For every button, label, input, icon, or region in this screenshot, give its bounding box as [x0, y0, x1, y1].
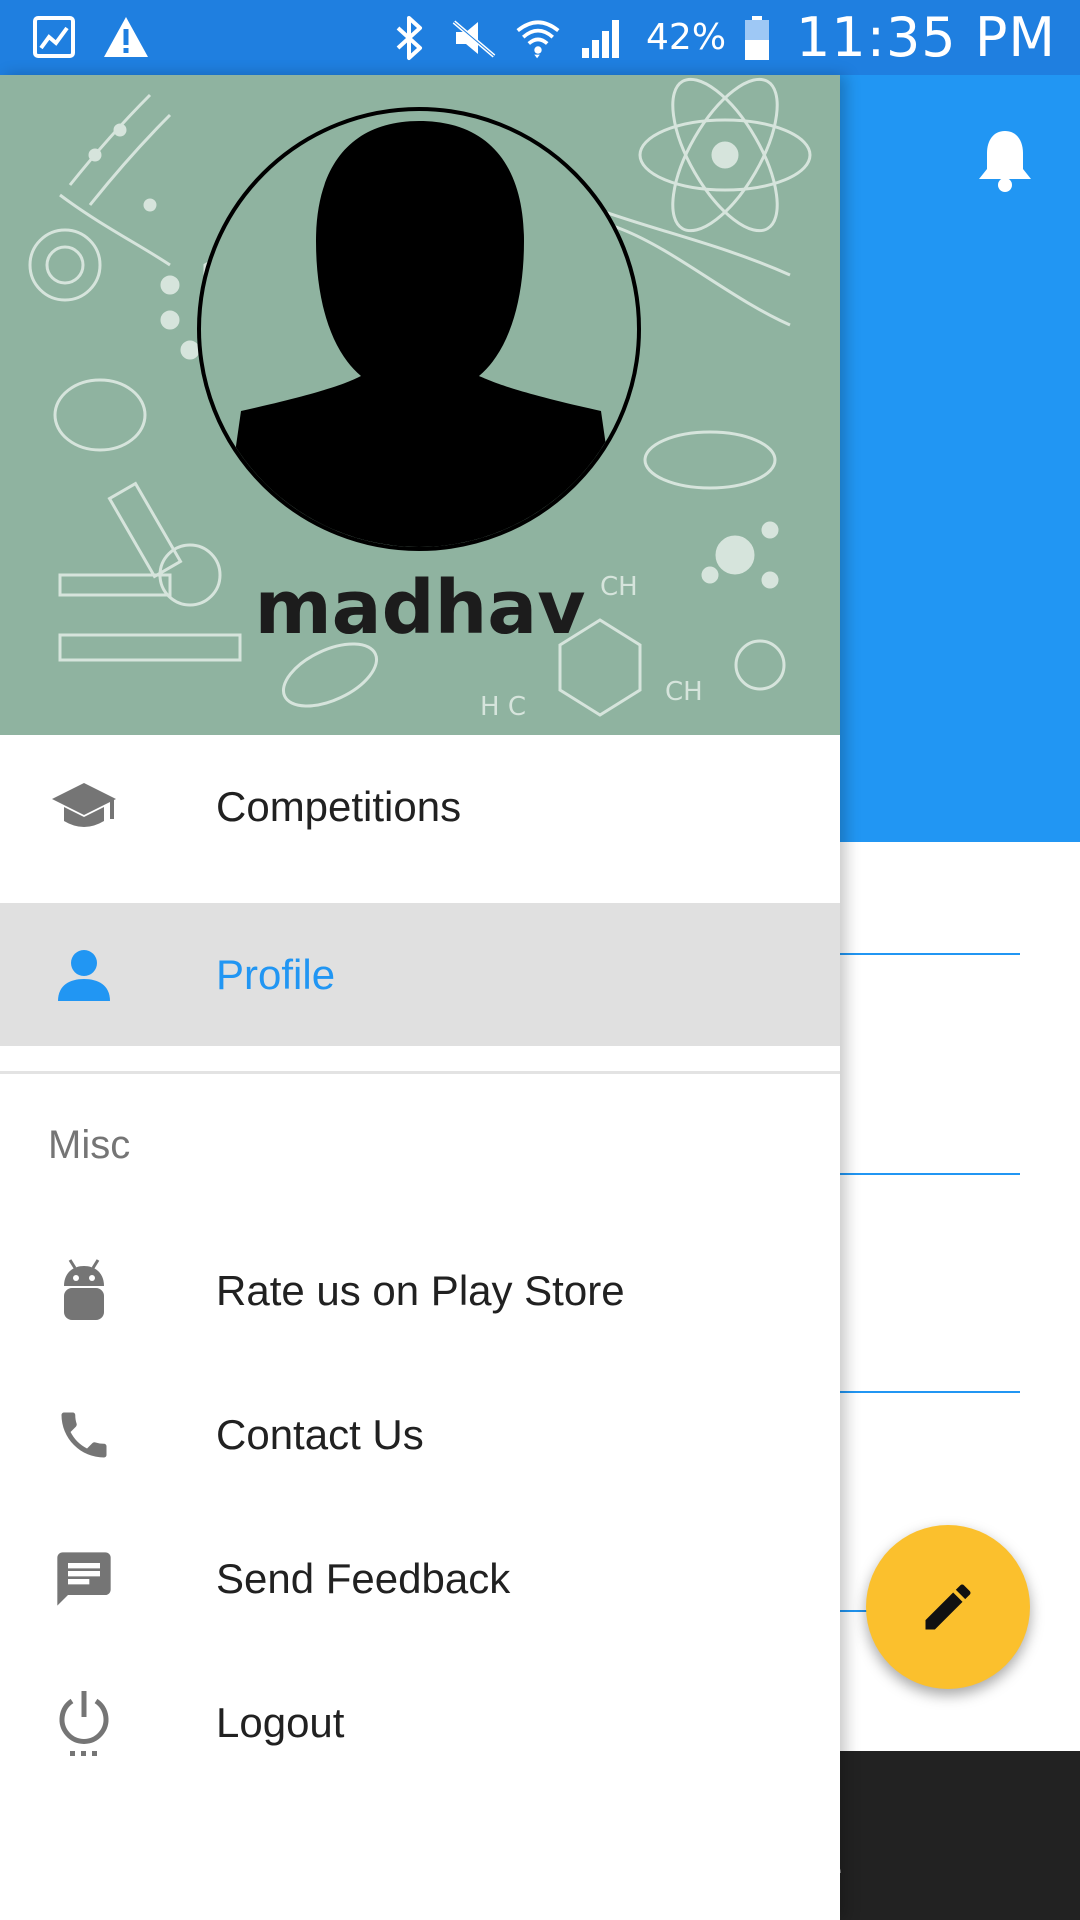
- drawer-item-label: Contact Us: [216, 1410, 424, 1458]
- field-underline: [820, 1391, 1020, 1393]
- gallery-icon: [30, 13, 78, 61]
- svg-text:CH: CH: [665, 677, 703, 707]
- feedback-icon: [50, 1545, 118, 1613]
- phone-icon: [50, 1401, 118, 1469]
- drawer-username: madhav: [254, 565, 586, 651]
- drawer-header: CH CH H C madhav: [0, 75, 840, 735]
- field-underline: [820, 1173, 1020, 1175]
- bluetooth-icon: [386, 14, 434, 62]
- drawer-item-label: Send Feedback: [216, 1554, 511, 1602]
- android-icon: [50, 1257, 118, 1325]
- pencil-icon: [925, 1584, 971, 1630]
- person-icon: [50, 941, 118, 1009]
- clock: 11:35 PM: [796, 6, 1056, 69]
- drawer-item-rate-us[interactable]: Rate us on Play Store: [0, 1219, 840, 1362]
- drawer-item-label: Profile: [216, 950, 336, 998]
- warning-icon: [102, 13, 150, 61]
- wifi-icon: [514, 14, 562, 62]
- signal-icon: [578, 14, 626, 62]
- section-title-misc: Misc: [48, 1123, 131, 1167]
- drawer-item-label: Logout: [216, 1698, 345, 1746]
- battery-percentage: 42%: [646, 17, 727, 58]
- drawer-item-label: Rate us on Play Store: [216, 1266, 625, 1314]
- navigation-drawer: CH CH H C madhav Competitions Profile Mi…: [0, 75, 840, 1920]
- profile-avatar[interactable]: [197, 107, 641, 551]
- drawer-item-profile[interactable]: Profile: [0, 903, 840, 1046]
- edit-fab-button[interactable]: [866, 1525, 1030, 1689]
- drawer-divider: [0, 1071, 840, 1074]
- drawer-item-logout[interactable]: Logout: [0, 1651, 840, 1794]
- drawer-item-contact-us[interactable]: Contact Us: [0, 1363, 840, 1506]
- power-icon: [50, 1689, 118, 1757]
- field-underline: [820, 953, 1020, 955]
- mute-icon: [450, 14, 498, 62]
- drawer-item-competitions[interactable]: Competitions: [0, 735, 840, 878]
- battery-icon: [742, 14, 772, 62]
- drawer-item-send-feedback[interactable]: Send Feedback: [0, 1507, 840, 1650]
- school-icon: [50, 773, 118, 841]
- status-right: 42% 11:35 PM: [386, 0, 1056, 75]
- svg-text:H C: H C: [480, 692, 526, 722]
- notification-bell-icon[interactable]: [975, 127, 1035, 193]
- status-left: [30, 12, 150, 62]
- drawer-item-label: Competitions: [216, 782, 462, 830]
- status-bar: 42% 11:35 PM: [0, 0, 1080, 75]
- avatar-silhouette-icon: [221, 121, 621, 547]
